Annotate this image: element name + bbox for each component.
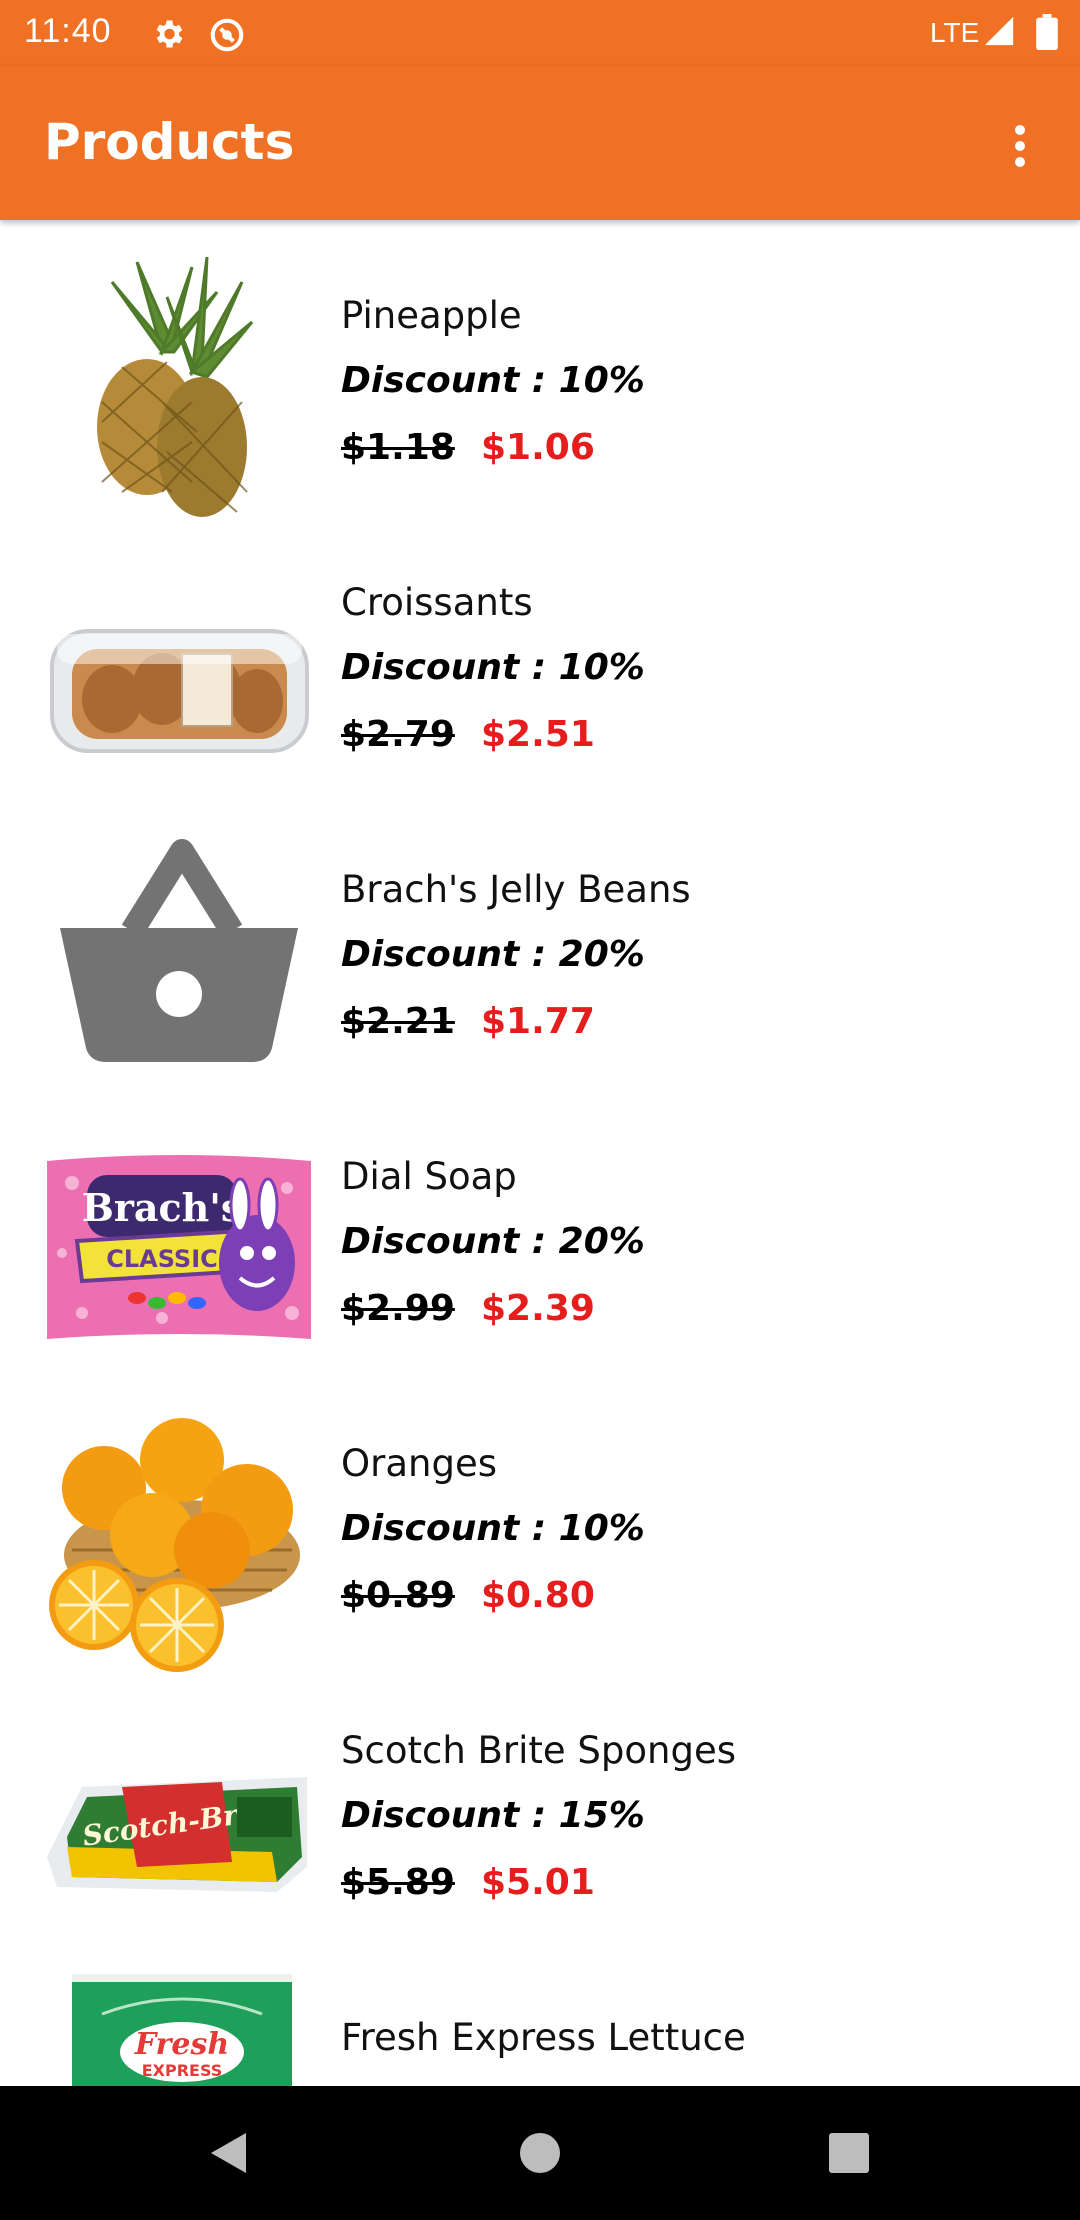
product-discount: Discount : 10%: [341, 647, 645, 688]
original-price: $2.99: [341, 1288, 455, 1329]
signal-icon: [982, 14, 1016, 52]
original-price: $2.79: [341, 714, 455, 755]
status-bar: 11:40 LTE: [0, 0, 1080, 66]
product-name: Dial Soap: [341, 1155, 517, 1198]
jelly-beans-bag-image: Brach's CLASSIC: [42, 1113, 316, 1387]
original-price: $0.89: [341, 1575, 455, 1616]
back-icon: [211, 2133, 246, 2173]
product-discount: Discount : 20%: [341, 1221, 645, 1262]
lettuce-bag-image: Fresh EXPRESS: [42, 1974, 316, 2086]
product-item[interactable]: Fresh EXPRESS Fresh Express Lettuce: [0, 1974, 1080, 2086]
app-bar: Products: [0, 66, 1080, 220]
sponges-image: Scotch-Brite: [42, 1687, 316, 1961]
product-name: Oranges: [341, 1442, 497, 1485]
product-name: Fresh Express Lettuce: [341, 2016, 746, 2059]
product-item[interactable]: Brach's Jelly Beans Discount : 20% $2.21…: [0, 826, 1080, 1113]
sale-price: $2.39: [481, 1288, 595, 1329]
product-item[interactable]: Brach's CLASSIC Dial Soap Discount : 20%…: [0, 1113, 1080, 1400]
pineapple-image: [42, 252, 316, 526]
battery-icon: [1036, 14, 1058, 54]
recents-icon: [829, 2133, 869, 2173]
sync-icon: [208, 16, 246, 58]
croissants-image: [42, 539, 316, 813]
sale-price: $1.77: [481, 1001, 595, 1042]
product-item[interactable]: Oranges Discount : 10% $0.89 $0.80: [0, 1400, 1080, 1687]
sale-price: $0.80: [481, 1575, 595, 1616]
product-discount: Discount : 10%: [341, 1508, 645, 1549]
product-discount: Discount : 15%: [341, 1795, 645, 1836]
original-price: $5.89: [341, 1862, 455, 1903]
product-item[interactable]: Scotch-Brite Scotch Brite Sponges Discou…: [0, 1687, 1080, 1974]
product-item[interactable]: Pineapple Discount : 10% $1.18 $1.06: [0, 252, 1080, 539]
product-item[interactable]: Croissants Discount : 10% $2.79 $2.51: [0, 539, 1080, 826]
product-name: Brach's Jelly Beans: [341, 868, 691, 911]
product-discount: Discount : 10%: [341, 360, 645, 401]
classic-label-text: CLASSIC: [106, 1245, 218, 1273]
network-type: LTE: [930, 17, 980, 48]
sale-price: $2.51: [481, 714, 595, 755]
express-label-text: EXPRESS: [142, 2061, 223, 2080]
original-price: $2.21: [341, 1001, 455, 1042]
product-discount: Discount : 20%: [341, 934, 645, 975]
original-price: $1.18: [341, 427, 455, 468]
system-nav-bar: [0, 2086, 1080, 2220]
settings-icon: [150, 16, 186, 56]
status-time: 11:40: [24, 12, 112, 50]
product-name: Scotch Brite Sponges: [341, 1729, 737, 1772]
product-name: Pineapple: [341, 294, 522, 337]
back-button[interactable]: [196, 2118, 266, 2188]
overflow-menu-button[interactable]: [990, 116, 1050, 176]
sale-price: $1.06: [481, 427, 595, 468]
product-name: Croissants: [341, 581, 533, 624]
shopping-basket-icon: [42, 826, 316, 1100]
oranges-image: [42, 1400, 316, 1674]
sale-price: $5.01: [481, 1862, 595, 1903]
home-button[interactable]: [505, 2118, 575, 2188]
home-icon: [520, 2133, 560, 2173]
brachs-brand-text: Brach's: [82, 1185, 243, 1230]
page-title: Products: [44, 113, 295, 171]
product-list[interactable]: Pineapple Discount : 10% $1.18 $1.06 Cro…: [0, 220, 1080, 2086]
recents-button[interactable]: [815, 2118, 885, 2188]
more-vert-icon: [1015, 125, 1025, 167]
fresh-label-text: Fresh: [134, 2027, 229, 2062]
